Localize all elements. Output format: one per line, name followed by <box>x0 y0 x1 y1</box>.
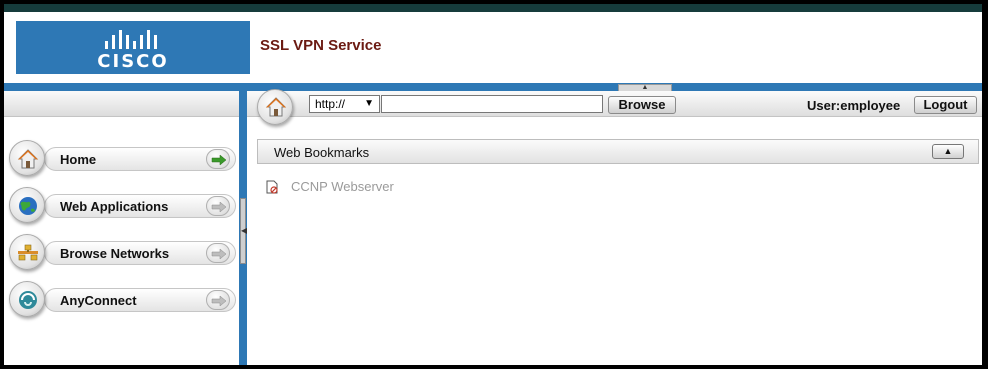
cisco-logo: CISCO <box>16 21 250 74</box>
protocol-value: http:// <box>315 97 346 111</box>
arrow-right-icon[interactable] <box>206 196 230 216</box>
home-icon <box>265 97 287 117</box>
bookmark-page-icon <box>266 180 278 194</box>
top-strip <box>4 4 982 12</box>
sidebar-item-anyconnect[interactable]: AnyConnect <box>4 279 239 319</box>
collapse-bookmarks-button[interactable]: ▲ <box>932 144 964 159</box>
cisco-bars-icon <box>105 30 157 49</box>
web-bookmarks-title: Web Bookmarks <box>274 145 370 160</box>
protocol-select[interactable]: http:// ▼ <box>309 95 380 113</box>
arrow-right-icon[interactable] <box>206 290 230 310</box>
sidebar-item-label: AnyConnect <box>60 293 137 308</box>
home-button[interactable] <box>257 89 293 125</box>
sidebar: Home Web Applications Browse Networks An… <box>4 91 239 365</box>
window-frame: CISCO SSL VPN Service ▲ Home Web Applica… <box>0 0 988 369</box>
globe-icon <box>9 187 45 223</box>
dropdown-arrow-icon: ▼ <box>364 98 374 109</box>
sidebar-item-label: Home <box>60 152 97 167</box>
logout-button[interactable]: Logout <box>914 96 977 114</box>
arrow-right-icon[interactable] <box>206 149 230 169</box>
bookmark-link[interactable]: CCNP Webserver <box>291 179 394 194</box>
sidebar-item-label: Browse Networks <box>60 246 170 261</box>
web-bookmarks-header: Web Bookmarks ▲ <box>257 139 979 164</box>
arrow-right-icon[interactable] <box>206 243 230 263</box>
logo-wordmark: CISCO <box>97 51 169 72</box>
network-icon <box>9 234 45 270</box>
home-icon <box>9 140 45 176</box>
main-panel: http:// ▼ Browse User:employee Logout We… <box>247 89 982 365</box>
user-label: User:employee <box>807 98 901 113</box>
sidebar-item-label: Web Applications <box>60 199 169 214</box>
url-input[interactable] <box>381 95 603 113</box>
sidebar-item-web-applications[interactable]: Web Applications <box>4 185 239 225</box>
collapse-header-tab[interactable]: ▲ <box>618 84 672 91</box>
collapse-sidebar-handle[interactable]: ◀ <box>240 198 247 264</box>
portal-page: CISCO SSL VPN Service ▲ Home Web Applica… <box>4 12 982 365</box>
browse-button[interactable]: Browse <box>608 96 676 114</box>
sidebar-item-home[interactable]: Home <box>4 138 239 178</box>
sidebar-toolbar <box>4 91 239 117</box>
address-toolbar: http:// ▼ Browse User:employee Logout <box>247 89 982 125</box>
header-divider <box>4 83 982 91</box>
page-title: SSL VPN Service <box>260 37 382 54</box>
sidebar-item-browse-networks[interactable]: Browse Networks <box>4 232 239 272</box>
anyconnect-icon <box>9 281 45 317</box>
